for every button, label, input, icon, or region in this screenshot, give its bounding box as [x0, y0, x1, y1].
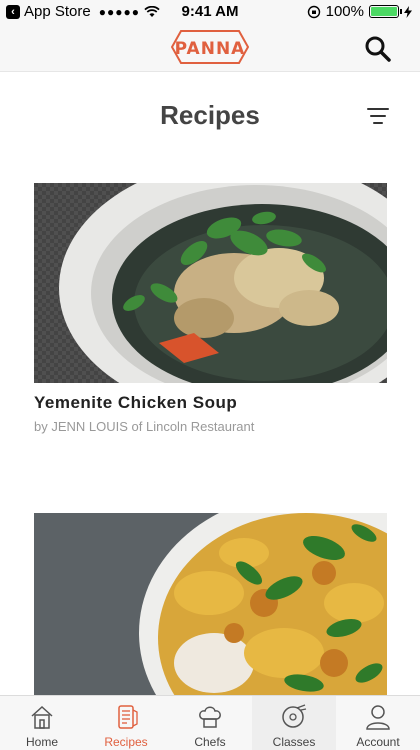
tab-label: Recipes	[104, 735, 148, 749]
recipe-image[interactable]	[34, 513, 387, 698]
search-icon	[365, 36, 391, 62]
tab-recipes[interactable]: Recipes	[84, 696, 168, 750]
tab-label: Home	[25, 735, 58, 749]
battery-percent: 100%	[325, 3, 364, 20]
tab-label: Account	[356, 735, 400, 749]
chef-hat-icon	[199, 706, 221, 728]
battery-icon	[369, 5, 402, 18]
search-button[interactable]	[364, 35, 392, 63]
recipe-card[interactable]	[34, 513, 387, 698]
app-header: PANNA	[0, 24, 420, 72]
status-bar: ‹ App Store ●●●●● 9:41 AM 100%	[0, 0, 420, 24]
classes-icon	[282, 704, 307, 728]
tab-account[interactable]: Account	[336, 696, 420, 750]
page-title: Recipes	[160, 100, 260, 130]
recipes-icon	[118, 705, 138, 729]
orientation-lock-icon	[307, 5, 320, 18]
status-bar-right: 100%	[307, 3, 412, 20]
filter-button[interactable]	[366, 108, 390, 130]
tab-label: Classes	[272, 735, 316, 749]
account-icon	[366, 705, 390, 730]
panna-logo[interactable]: PANNA	[171, 29, 249, 65]
recipe-image[interactable]	[34, 183, 387, 383]
tab-chefs[interactable]: Chefs	[168, 696, 252, 750]
tab-classes[interactable]: Classes	[252, 696, 336, 750]
logo-text: PANNA	[174, 39, 246, 59]
home-icon	[31, 705, 53, 729]
recipe-byline: by JENN LOUIS of Lincoln Restaurant	[34, 419, 255, 434]
tab-label: Chefs	[194, 735, 226, 749]
battery-level	[371, 7, 397, 16]
tab-bar: Home Recipes Chefs Classes Account	[0, 695, 420, 750]
charging-icon	[404, 5, 412, 18]
recipe-card[interactable]: Yemenite Chicken Soup by JENN LOUIS of L…	[34, 183, 387, 434]
tab-home[interactable]: Home	[0, 696, 84, 750]
recipe-title[interactable]: Yemenite Chicken Soup	[34, 393, 387, 413]
filter-icon	[366, 108, 390, 124]
